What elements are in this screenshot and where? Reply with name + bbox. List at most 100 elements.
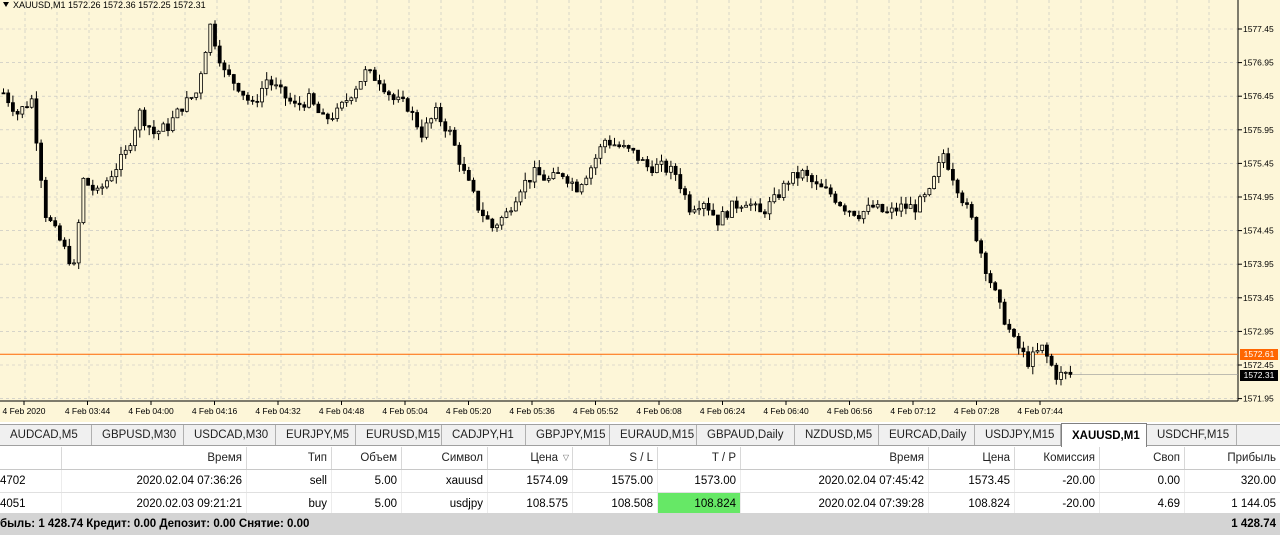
candle-body bbox=[744, 204, 748, 208]
tab-usdchf-m15[interactable]: USDCHF,M15 bbox=[1147, 425, 1237, 445]
col-open-time-header[interactable]: Время bbox=[62, 447, 247, 469]
candle-body bbox=[993, 282, 998, 291]
tab-usdjpy-m15[interactable]: USDJPY,M15 bbox=[975, 425, 1061, 445]
candle-body bbox=[53, 220, 58, 227]
candle-body bbox=[847, 210, 852, 213]
candle-body bbox=[748, 203, 753, 206]
tab-eurjpy-m5[interactable]: EURJPY,M5 bbox=[276, 425, 356, 445]
chart-menu-triangle-icon[interactable] bbox=[3, 2, 9, 7]
profit-cell: 320.00 bbox=[1240, 475, 1276, 487]
col-close-time-header[interactable]: Время bbox=[741, 447, 929, 469]
candle-body bbox=[842, 205, 847, 212]
candle-body bbox=[1049, 355, 1054, 366]
candle-body bbox=[913, 204, 918, 213]
candle-body bbox=[142, 109, 147, 127]
candle-body bbox=[669, 165, 673, 173]
candle-body bbox=[443, 121, 448, 132]
candle-body bbox=[584, 177, 589, 185]
price-tick-label: 1573.45 bbox=[1243, 293, 1274, 303]
price-chart[interactable]: 1577.45 1576.95 1576.45 1575.95 1575.45 1574.… bbox=[0, 0, 1280, 422]
candle-body bbox=[1012, 328, 1016, 337]
candle-body bbox=[250, 99, 255, 102]
candle-body bbox=[579, 184, 584, 193]
candle-body bbox=[180, 108, 185, 112]
table-row[interactable]: 4702 2020.02.04 07:36:26 sell 5.00 xauus… bbox=[0, 470, 1280, 492]
candle-body bbox=[424, 122, 429, 138]
candle-body bbox=[123, 149, 128, 155]
bid-price-tag: 1572.31 bbox=[1240, 370, 1278, 381]
price-tick-label: 1575.95 bbox=[1243, 125, 1274, 135]
candle-body bbox=[833, 193, 838, 203]
candle-body bbox=[372, 69, 377, 81]
col-ticket-header[interactable] bbox=[0, 447, 62, 469]
tab-gbpjpy-m15[interactable]: GBPJPY,M15 bbox=[526, 425, 610, 445]
candle-body bbox=[485, 215, 490, 220]
candle-body bbox=[767, 201, 772, 215]
col-commission-header[interactable]: Комиссия bbox=[1015, 447, 1100, 469]
candle-body bbox=[805, 169, 810, 176]
candle-body bbox=[824, 186, 828, 189]
time-tick-label: 4 Feb 05:52 bbox=[573, 406, 619, 416]
table-header-row: Время Тип Объем Символ Цена ▽ S / L T / P… bbox=[0, 447, 1280, 470]
tp-cell-hit: 108.824 bbox=[658, 493, 741, 515]
candle-body bbox=[955, 179, 960, 194]
time-tick-label: 4 Feb 06:08 bbox=[636, 406, 682, 416]
candle-body bbox=[622, 145, 626, 148]
tab-eurcad-daily[interactable]: EURCAD,Daily bbox=[879, 425, 975, 445]
col-sl-header[interactable]: S / L bbox=[573, 447, 658, 469]
price-tick-label: 1577.45 bbox=[1243, 24, 1274, 34]
col-swap-header[interactable]: Своп bbox=[1100, 447, 1185, 469]
candle-body bbox=[969, 204, 974, 218]
symbol-cell: xauusd bbox=[402, 470, 488, 492]
price-tick-label: 1571.95 bbox=[1243, 394, 1274, 404]
col-profit-header[interactable]: Прибыль bbox=[1185, 447, 1280, 469]
chart-symbol-info: XAUUSD,M1 1572.26 1572.36 1572.25 1572.3… bbox=[13, 0, 206, 10]
tp-cell: 1573.00 bbox=[658, 470, 741, 492]
table-row[interactable]: 4051 2020.02.03 09:21:21 buy 5.00 usdjpy… bbox=[0, 492, 1280, 515]
tab-euraud-m15[interactable]: EURAUD,M15 bbox=[610, 425, 697, 445]
tab-xauusd-m1[interactable]: XAUUSD,M1 bbox=[1061, 423, 1147, 447]
candle-body bbox=[1002, 301, 1007, 325]
candle-body bbox=[603, 139, 607, 148]
candle-body bbox=[429, 118, 434, 124]
close-price-cell: 1573.45 bbox=[929, 470, 1015, 492]
col-type-header[interactable]: Тип bbox=[247, 447, 332, 469]
candle-body bbox=[198, 73, 203, 94]
candle-body bbox=[302, 104, 307, 108]
col-price-header[interactable]: Цена ▽ bbox=[488, 447, 573, 469]
col-tp-header[interactable]: T / P bbox=[658, 447, 741, 469]
candle-body bbox=[664, 160, 669, 173]
sl-cell: 108.508 bbox=[573, 493, 658, 515]
candle-body bbox=[76, 222, 81, 264]
candle-body bbox=[513, 201, 518, 212]
candle-body bbox=[1021, 347, 1026, 353]
candle-body bbox=[119, 153, 123, 170]
candle-body bbox=[692, 209, 697, 213]
tab-eurusd-m15[interactable]: EURUSD,M15 bbox=[356, 425, 442, 445]
candle-body bbox=[772, 194, 777, 203]
commission-cell: -20.00 bbox=[1015, 493, 1100, 515]
tab-usdcad-m30[interactable]: USDCAD,M30 bbox=[184, 425, 276, 445]
ticket-cell: 4702 bbox=[0, 470, 62, 492]
candle-body bbox=[946, 153, 951, 170]
candle-body bbox=[866, 204, 871, 212]
candle-body bbox=[875, 203, 880, 208]
candle-body bbox=[480, 209, 485, 217]
swap-cell: 0.00 bbox=[1100, 470, 1185, 492]
tab-gbpaud-daily[interactable]: GBPAUD,Daily bbox=[697, 425, 795, 445]
candle-body bbox=[753, 203, 758, 206]
candle-body bbox=[645, 159, 650, 168]
col-volume-header[interactable]: Объем bbox=[332, 447, 402, 469]
col-symbol-header[interactable]: Символ bbox=[402, 447, 488, 469]
chart-canvas[interactable]: 1577.45 1576.95 1576.45 1575.95 1575.45 1574.… bbox=[0, 0, 1280, 422]
candle-body bbox=[382, 83, 387, 93]
tab-cadjpy-h1[interactable]: CADJPY,H1 bbox=[442, 425, 526, 445]
candle-body bbox=[570, 181, 575, 184]
tab-gbpusd-m30[interactable]: GBPUSD,M30 bbox=[92, 425, 184, 445]
time-tick-label: 4 Feb 2020 bbox=[2, 406, 45, 416]
tab-audcad-m5[interactable]: AUDCAD,M5 bbox=[0, 425, 92, 445]
tab-nzdusd-m5[interactable]: NZDUSD,M5 bbox=[795, 425, 879, 445]
col-close-price-header[interactable]: Цена bbox=[929, 447, 1015, 469]
candle-body bbox=[509, 210, 514, 213]
candle-body bbox=[1040, 344, 1045, 351]
